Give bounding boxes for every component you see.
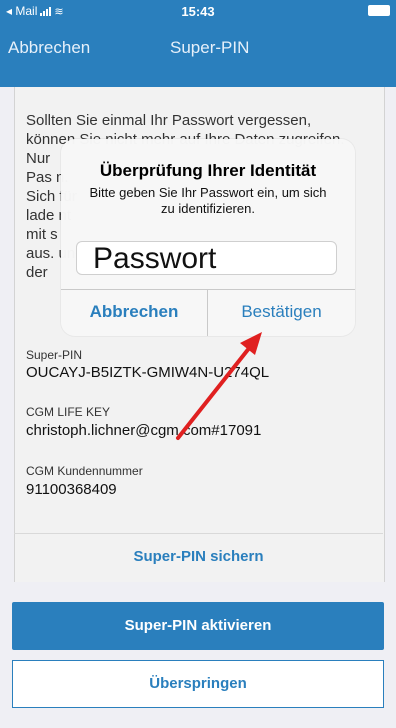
dialog-confirm-button[interactable]: Bestätigen [208, 290, 355, 336]
status-time: 15:43 [181, 4, 215, 19]
dialog-cancel-button[interactable]: Abbrechen [61, 290, 207, 336]
page-title: Super-PIN [170, 38, 250, 57]
dialog-message: Bitte geben Sie Ihr Passwort ein, um sic… [89, 185, 327, 216]
status-bar: ◂ Mail ≋ 15:43 [0, 0, 396, 22]
dialog-title: Überprüfung Ihrer Identität [99, 161, 317, 180]
top-bar: ◂ Mail ≋ 15:43 Abbrechen Super-PIN [0, 0, 396, 87]
battery-icon [368, 5, 390, 16]
password-field[interactable]: Passwort [76, 241, 337, 275]
nav-cancel-button[interactable]: Abbrechen [8, 38, 90, 58]
identity-dialog: Überprüfung Ihrer Identität Bitte geben … [61, 139, 355, 336]
